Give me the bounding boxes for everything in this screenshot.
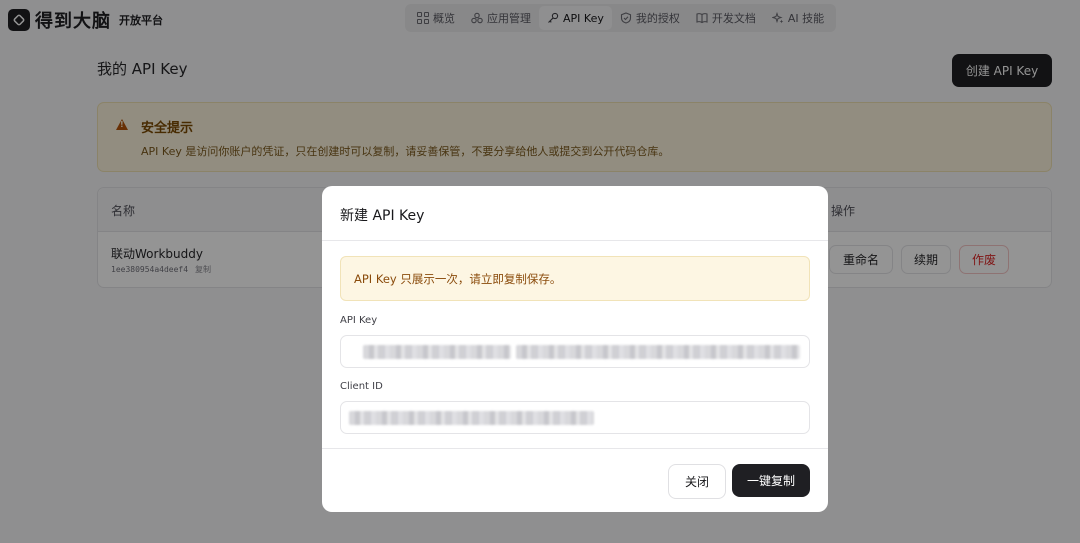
new-api-key-dialog: 新建 API Key API Key 只展示一次，请立即复制保存。 API Ke… xyxy=(322,186,828,512)
copy-all-button[interactable]: 一键复制 xyxy=(732,464,810,497)
redacted-api-key-part xyxy=(516,345,800,359)
api-key-field[interactable] xyxy=(340,335,810,368)
client-id-label: Client ID xyxy=(340,381,383,392)
dialog-footer-divider xyxy=(322,448,828,449)
redacted-client-id xyxy=(349,411,594,425)
dialog-title: 新建 API Key xyxy=(340,208,425,224)
show-once-notice: API Key 只展示一次，请立即复制保存。 xyxy=(340,256,810,301)
dialog-header-divider xyxy=(322,240,828,241)
redacted-api-key-part xyxy=(363,345,511,359)
api-key-label: API Key xyxy=(340,315,378,326)
close-button[interactable]: 关闭 xyxy=(668,464,726,499)
client-id-field[interactable] xyxy=(340,401,810,434)
